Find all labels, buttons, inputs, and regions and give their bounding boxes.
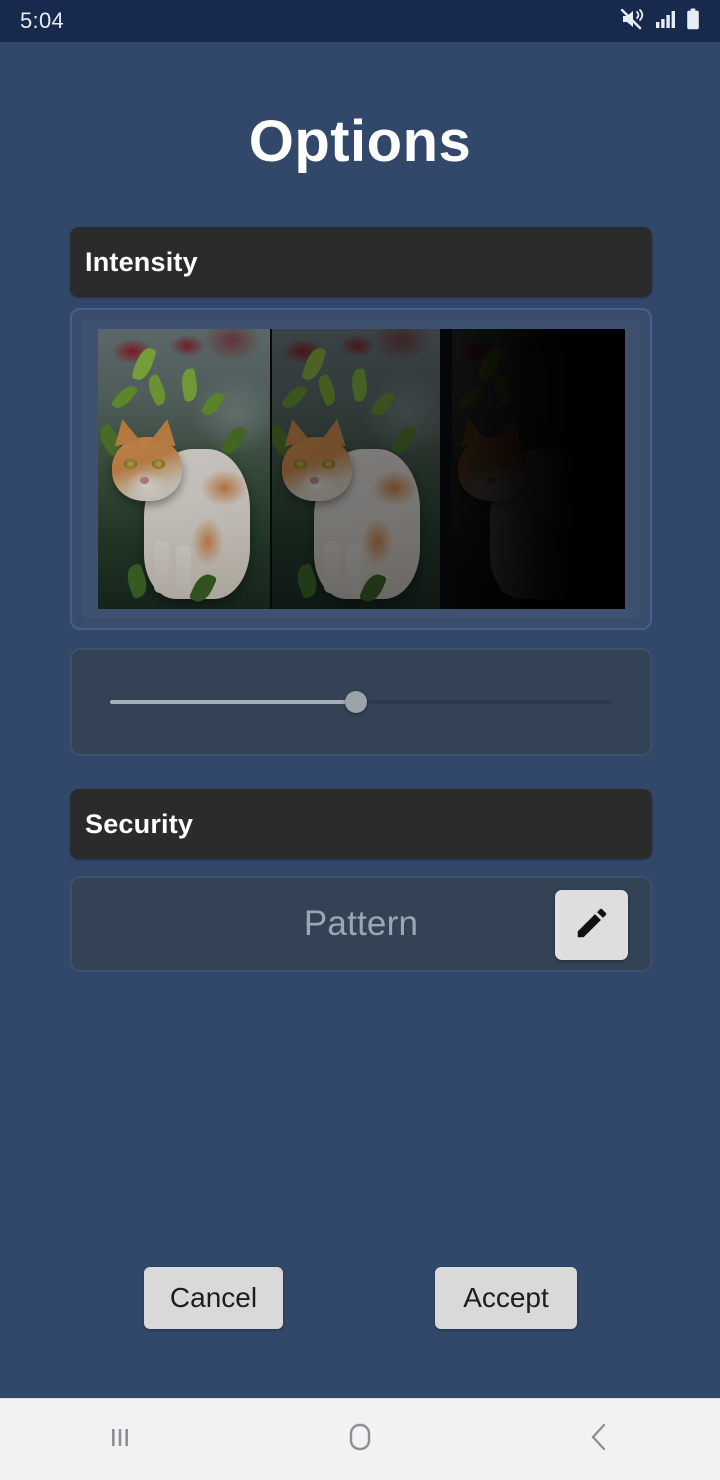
- security-method-label: Pattern: [303, 904, 419, 943]
- status-bar: 5:04: [0, 0, 720, 42]
- status-bar-icons: [620, 8, 700, 35]
- recents-icon: [105, 1422, 135, 1457]
- cat-head: [111, 437, 182, 501]
- nav-back-button[interactable]: [480, 1421, 720, 1458]
- accept-button-label: Accept: [463, 1282, 549, 1313]
- accept-button[interactable]: Accept: [435, 1267, 577, 1329]
- cancel-button[interactable]: Cancel: [144, 1267, 283, 1329]
- slider-fill: [110, 700, 356, 704]
- mute-vibrate-icon: [620, 8, 646, 35]
- security-method-row[interactable]: Pattern: [70, 876, 652, 972]
- section-header-security-label: Security: [85, 808, 194, 839]
- status-bar-clock: 5:04: [20, 8, 65, 33]
- nav-home-button[interactable]: [240, 1421, 480, 1458]
- android-nav-bar: [0, 1398, 720, 1480]
- signal-bars-icon: [655, 9, 677, 34]
- edit-pattern-button[interactable]: [555, 890, 628, 960]
- cat-photo-dimmed: [271, 329, 440, 609]
- intensity-preview-inner: [82, 320, 640, 618]
- nav-recents-button[interactable]: [0, 1422, 240, 1457]
- intensity-preview-card: [70, 308, 652, 630]
- intensity-slider[interactable]: [110, 685, 612, 719]
- back-chevron-icon: [585, 1421, 615, 1458]
- preview-panel-none: [97, 329, 270, 609]
- intensity-preview-strip: [97, 329, 625, 609]
- preview-panel-maximum: [449, 329, 625, 609]
- section-header-security: Security: [70, 789, 652, 859]
- cancel-button-label: Cancel: [169, 1282, 258, 1313]
- intensity-slider-card: [70, 648, 652, 756]
- app-screen: 5:04 Options Intensity Security Pattern …: [0, 0, 720, 1480]
- home-icon: [345, 1421, 375, 1458]
- battery-full-icon: [686, 8, 700, 35]
- page-title: Options: [248, 109, 472, 174]
- section-header-intensity: Intensity: [70, 227, 652, 297]
- slider-thumb[interactable]: [344, 691, 367, 713]
- section-header-intensity-label: Intensity: [85, 246, 198, 277]
- preview-panel-medium: [269, 329, 450, 609]
- cat-photo: [97, 329, 270, 609]
- pencil-edit-icon: [573, 904, 611, 947]
